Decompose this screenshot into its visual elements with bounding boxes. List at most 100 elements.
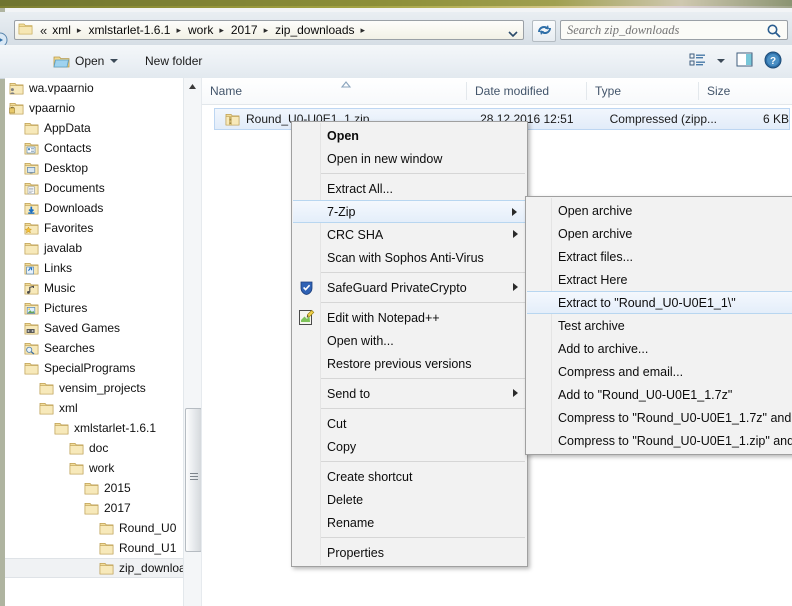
sidebar-item-xmlstarlet-1-6-1[interactable]: xmlstarlet-1.6.1 bbox=[5, 418, 183, 438]
help-button[interactable]: ? bbox=[760, 49, 786, 73]
menu-item-open[interactable]: Open bbox=[292, 124, 527, 147]
sidebar-item-favorites[interactable]: Favorites bbox=[5, 218, 183, 238]
menu-item-edit-with-notepad[interactable]: Edit with Notepad++ bbox=[292, 306, 527, 329]
sidebar-item-doc[interactable]: doc bbox=[5, 438, 183, 458]
menu-item-label: Restore previous versions bbox=[327, 356, 472, 371]
folder-icon bbox=[24, 241, 39, 256]
folder-links-icon bbox=[24, 261, 39, 276]
organize-button[interactable]: e bbox=[0, 50, 3, 72]
breadcrumb-item-xml[interactable]: xml bbox=[49, 23, 74, 37]
sidebar-item-xml[interactable]: xml bbox=[5, 398, 183, 418]
menu-item-scan-with-sophos-anti-virus[interactable]: Scan with Sophos Anti-Virus bbox=[292, 246, 527, 269]
submenu-7zip[interactable]: Open archive Open archive Extract files...… bbox=[525, 196, 792, 455]
menu-item-extract-all[interactable]: Extract All... bbox=[292, 177, 527, 200]
refresh-icon bbox=[537, 23, 552, 40]
sidebar-item-javalab[interactable]: javalab bbox=[5, 238, 183, 258]
menu-item-add-to-archive[interactable]: Add to archive... bbox=[526, 337, 792, 360]
menu-item-send-to[interactable]: Send to bbox=[292, 382, 527, 405]
menu-item-properties[interactable]: Properties bbox=[292, 541, 527, 564]
sidebar-item-desktop[interactable]: Desktop bbox=[5, 158, 183, 178]
column-label[interactable]: Date modified bbox=[475, 84, 549, 98]
breadcrumb-item-zip-downloads[interactable]: zip_downloads bbox=[272, 23, 357, 37]
folder-contacts-icon bbox=[24, 141, 39, 156]
menu-item-test-archive[interactable]: Test archive bbox=[526, 314, 792, 337]
scroll-up-icon[interactable] bbox=[184, 78, 201, 95]
menu-item-label: Copy bbox=[327, 439, 357, 454]
breadcrumb-item-xmlstarlet[interactable]: xmlstarlet-1.6.1 bbox=[85, 23, 173, 37]
sidebar-item-2015[interactable]: 2015 bbox=[5, 478, 183, 498]
menu-item-compress-and-email[interactable]: Compress and email... bbox=[526, 360, 792, 383]
address-bar[interactable]: « xml ▸ xmlstarlet-1.6.1 ▸ work ▸ 2017 ▸… bbox=[14, 20, 524, 40]
navigation-pane-scrollbar[interactable] bbox=[183, 78, 202, 606]
menu-item-create-shortcut[interactable]: Create shortcut bbox=[292, 465, 527, 488]
column-header-name: Name bbox=[202, 84, 455, 98]
sidebar-item-wa-vpaarnio[interactable]: wa.vpaarnio bbox=[5, 78, 183, 98]
menu-item-7-zip[interactable]: 7-Zip bbox=[293, 200, 526, 223]
menu-item-compress-to-round-u0-u0e1-1-zip-and-email[interactable]: Compress to "Round_U0-U0E1_1.zip" and em… bbox=[526, 429, 792, 452]
menu-item-open-archive[interactable]: Open archive bbox=[526, 222, 792, 245]
chevron-right-icon bbox=[513, 283, 518, 291]
sidebar-item-vensim-projects[interactable]: vensim_projects bbox=[5, 378, 183, 398]
menu-item-open-with[interactable]: Open with... bbox=[292, 329, 527, 352]
menu-item-label: Add to archive... bbox=[558, 341, 649, 356]
open-button[interactable]: Open bbox=[48, 50, 123, 72]
sidebar-item-vpaarnio[interactable]: vpaarnio bbox=[5, 98, 183, 118]
menu-item-extract-here[interactable]: Extract Here bbox=[526, 268, 792, 291]
menu-item-compress-to-round-u0-u0e1-1-7z-and-email[interactable]: Compress to "Round_U0-U0E1_1.7z" and ema… bbox=[526, 406, 792, 429]
sidebar-item-documents[interactable]: Documents bbox=[5, 178, 183, 198]
menu-item-crc-sha[interactable]: CRC SHA bbox=[292, 223, 527, 246]
sidebar-item-links[interactable]: Links bbox=[5, 258, 183, 278]
shield-icon bbox=[298, 279, 315, 296]
menu-item-open-archive[interactable]: Open archive bbox=[526, 199, 792, 222]
toolbar-right-group: ? bbox=[684, 49, 786, 73]
chevron-down-icon[interactable] bbox=[110, 59, 119, 63]
breadcrumb-item-work[interactable]: work bbox=[185, 23, 216, 37]
sidebar-item-contacts[interactable]: Contacts bbox=[5, 138, 183, 158]
menu-item-cut[interactable]: Cut bbox=[292, 412, 527, 435]
sidebar-item-music[interactable]: Music bbox=[5, 278, 183, 298]
preview-pane-button[interactable] bbox=[732, 49, 758, 73]
menu-item-extract-files[interactable]: Extract files... bbox=[526, 245, 792, 268]
chevron-right-icon bbox=[513, 389, 518, 397]
search-input[interactable] bbox=[561, 21, 759, 39]
menu-item-copy[interactable]: Copy bbox=[292, 435, 527, 458]
breadcrumb-overflow[interactable]: « bbox=[37, 23, 49, 38]
sidebar-item-searches[interactable]: Searches bbox=[5, 338, 183, 358]
chevron-down-icon[interactable] bbox=[507, 27, 519, 38]
sidebar-item-label: zip_downloads bbox=[119, 561, 183, 575]
menu-item-label: Open archive bbox=[558, 226, 633, 241]
sidebar-item-specialprograms[interactable]: SpecialPrograms bbox=[5, 358, 183, 378]
menu-item-safeguard-privatecrypto[interactable]: SafeGuard PrivateCrypto bbox=[292, 276, 527, 299]
sidebar-item-round-u0[interactable]: Round_U0 bbox=[5, 518, 183, 538]
menu-item-add-to-round-u0-u0e1-1-7z[interactable]: Add to "Round_U0-U0E1_1.7z" bbox=[526, 383, 792, 406]
sidebar-item-pictures[interactable]: Pictures bbox=[5, 298, 183, 318]
menu-item-rename[interactable]: Rename bbox=[292, 511, 527, 534]
sidebar-item-saved-games[interactable]: Saved Games bbox=[5, 318, 183, 338]
search-icon[interactable] bbox=[766, 23, 782, 42]
sidebar-item-label: xmlstarlet-1.6.1 bbox=[74, 421, 157, 435]
context-menu[interactable]: Open Open in new window Extract All... 7-Zi… bbox=[291, 121, 528, 567]
sidebar-item-zip-downloads[interactable]: zip_downloads bbox=[5, 558, 183, 578]
menu-item-delete[interactable]: Delete bbox=[292, 488, 527, 511]
view-dropdown-button[interactable] bbox=[712, 49, 730, 73]
menu-item-restore-previous-versions[interactable]: Restore previous versions bbox=[292, 352, 527, 375]
sidebar-item-appdata[interactable]: AppData bbox=[5, 118, 183, 138]
menu-item-extract-to-round-u0-u0e1-1[interactable]: Extract to "Round_U0-U0E1_1\" bbox=[527, 291, 792, 314]
navigation-pane[interactable]: wa.vpaarnio vpaarnio AppData Contacts Deskto… bbox=[5, 78, 183, 606]
scrollbar-thumb[interactable] bbox=[185, 408, 202, 552]
folder-user-icon bbox=[9, 81, 24, 96]
menu-item-open-in-new-window[interactable]: Open in new window bbox=[292, 147, 527, 170]
column-label[interactable]: Type bbox=[595, 84, 621, 98]
new-folder-button[interactable]: New folder bbox=[140, 50, 207, 72]
sidebar-item-downloads[interactable]: Downloads bbox=[5, 198, 183, 218]
view-layout-button[interactable] bbox=[684, 49, 710, 73]
column-label[interactable]: Size bbox=[707, 84, 730, 98]
breadcrumb-separator-icon: ▸ bbox=[76, 24, 82, 35]
breadcrumb-item-2017[interactable]: 2017 bbox=[228, 23, 261, 37]
column-label[interactable]: Name bbox=[210, 84, 242, 98]
refresh-button[interactable] bbox=[532, 20, 556, 42]
sidebar-item-work[interactable]: work bbox=[5, 458, 183, 478]
search-box[interactable] bbox=[560, 20, 788, 40]
sidebar-item-2017[interactable]: 2017 bbox=[5, 498, 183, 518]
sidebar-item-round-u1[interactable]: Round_U1 bbox=[5, 538, 183, 558]
